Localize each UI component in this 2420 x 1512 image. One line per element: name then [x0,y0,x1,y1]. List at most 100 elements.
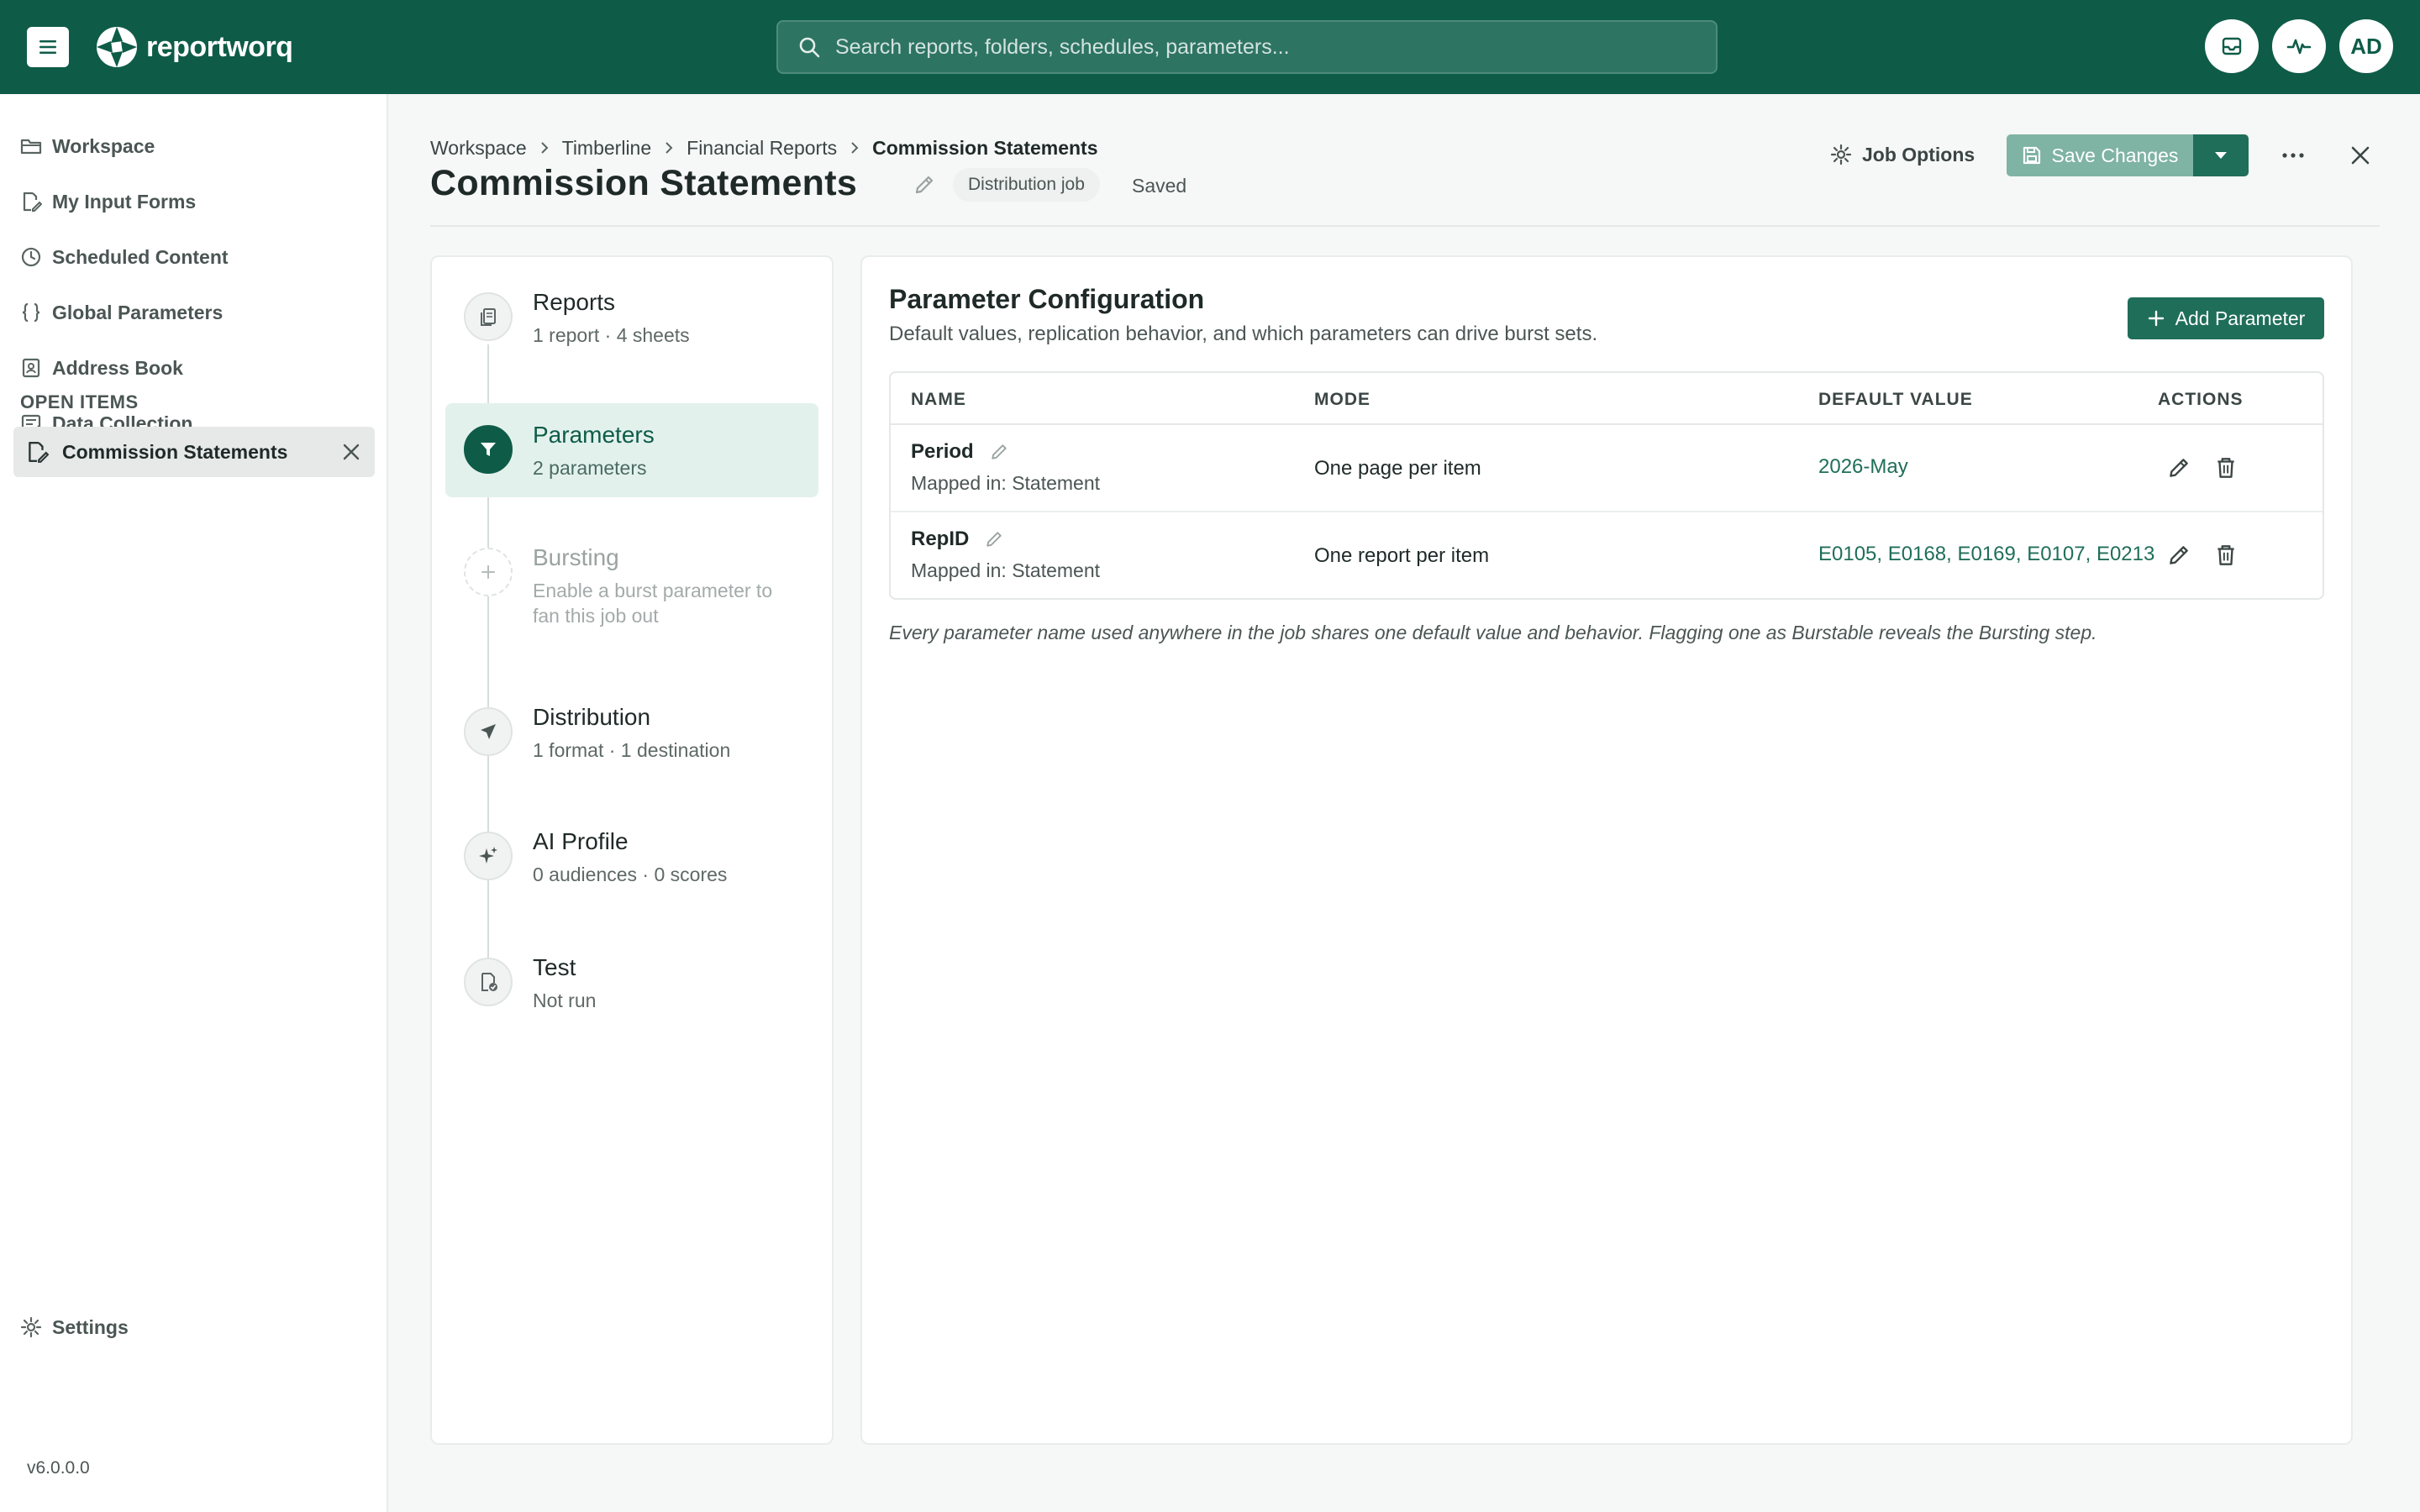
rename-parameter-button[interactable] [984,529,1004,549]
step-icon-circle [464,548,513,596]
parameter-mapped-in: Mapped in: Statement [911,559,1101,581]
save-status: Saved [1132,175,1187,197]
parameter-name-cell: RepID [911,528,1004,551]
app-logo[interactable]: reportworq [94,24,293,71]
search-input[interactable] [835,34,1676,60]
step-subtitle: 1 format · 1 destination [533,739,731,761]
parameter-default-value[interactable]: E0105, E0168, E0169, E0107, E0213 [1818,543,2154,566]
ellipsis-icon [2282,153,2304,158]
form-edit-icon [23,192,42,212]
edit-title-button[interactable] [913,173,936,197]
parameter-name: RepID [911,528,970,550]
step-distribution[interactable]: Distribution 1 format · 1 destination [445,685,818,780]
header-divider [430,225,2380,227]
breadcrumb-item[interactable]: Timberline [562,137,652,160]
add-parameter-label: Add Parameter [2175,307,2306,329]
pencil-icon [2170,459,2188,477]
inbox-button[interactable] [2205,19,2259,73]
parameters-footnote: Every parameter name used anywhere in th… [889,622,2097,643]
delete-parameter-button[interactable] [2213,455,2238,480]
save-changes-button[interactable]: Save Changes [2007,134,2193,176]
more-options-button[interactable] [2279,141,2307,170]
sidebar-item-scheduled-content[interactable]: Scheduled Content [20,240,229,274]
activity-button[interactable] [2272,19,2326,73]
save-label: Save Changes [2051,144,2179,166]
sidebar-item-settings[interactable]: Settings [20,1310,129,1344]
step-parameters[interactable]: Parameters 2 parameters [445,403,818,497]
column-header-default-value: DEFAULT VALUE [1818,390,1973,409]
hamburger-menu-button[interactable] [27,27,69,67]
step-subtitle: 1 report · 4 sheets [533,324,690,346]
table-header: NAME MODE DEFAULT VALUE ACTIONS [891,373,2323,425]
breadcrumb-item[interactable]: Financial Reports [687,137,837,160]
chevron-right-icon [851,142,859,154]
job-type-chip: Distribution job [953,168,1100,202]
step-icon-circle [464,832,513,880]
parameter-mode: One page per item [1314,457,1481,480]
avatar-initials: AD [2350,33,2382,59]
parameter-name-cell: Period [911,440,1009,464]
parameter-mapped-in: Mapped in: Statement [911,472,1101,494]
column-header-name: NAME [911,390,966,409]
filter-icon [481,443,496,456]
step-title: Reports [533,289,616,315]
trash-icon [2217,545,2234,565]
pencil-icon [992,444,1007,459]
rename-parameter-button[interactable] [989,442,1009,462]
step-subtitle: Enable a burst parameter to fan this job… [533,580,773,627]
step-title: Parameters [533,422,655,448]
sidebar-item-workspace[interactable]: Workspace [20,129,155,163]
gear-icon [1830,144,1852,165]
search-icon [799,37,820,58]
parameters-table: NAME MODE DEFAULT VALUE ACTIONS Period M… [889,371,2324,600]
close-icon [2351,146,2370,165]
step-icon-circle [464,958,513,1006]
pencil-icon [915,176,934,194]
delete-parameter-button[interactable] [2213,543,2238,568]
column-header-mode: MODE [1314,390,1370,409]
activity-pulse-icon [2286,39,2312,55]
open-items-heading: OPEN ITEMS [20,391,139,412]
braces-icon [22,302,40,323]
inbox-icon [2222,37,2242,55]
step-icon-circle [464,292,513,341]
sidebar-item-label: Workspace [52,134,155,157]
step-title: Distribution [533,704,651,730]
step-title: AI Profile [533,828,629,854]
close-open-item-button[interactable] [341,442,361,462]
pencil-icon [2170,546,2188,564]
close-editor-button[interactable] [2348,143,2373,168]
hamburger-icon [39,40,56,54]
edit-parameter-button[interactable] [2166,543,2191,568]
send-icon [481,724,496,739]
sparkles-icon [479,847,497,864]
plus-icon [2148,310,2164,327]
save-options-dropdown[interactable] [2193,134,2249,176]
panel-title: Parameter Configuration [889,284,1205,314]
chevron-right-icon [540,142,549,154]
user-avatar-button[interactable]: AD [2339,19,2393,73]
job-options-button[interactable]: Job Options [1830,139,1975,170]
panel-subtitle: Default values, replication behavior, an… [889,323,1598,345]
sidebar-item-my-input-forms[interactable]: My Input Forms [20,185,196,218]
chevron-right-icon [666,142,673,154]
add-parameter-button[interactable]: Add Parameter [2128,297,2324,339]
trash-icon [2217,458,2234,478]
sidebar-item-global-parameters[interactable]: Global Parameters [20,296,223,329]
plus-icon [481,565,495,579]
global-search[interactable] [776,20,1718,74]
logo-text: reportworq [146,30,293,63]
sidebar-item-address-book[interactable]: Address Book [20,351,183,385]
step-reports[interactable]: Reports 1 report · 4 sheets [445,270,818,365]
close-icon [343,444,360,460]
step-test[interactable]: Test Not run [445,936,818,1030]
parameter-default-value[interactable]: 2026-May [1818,455,1908,479]
breadcrumb-item[interactable]: Workspace [430,137,527,160]
caret-down-icon [2215,152,2227,159]
step-ai-profile[interactable]: AI Profile 0 audiences · 0 scores [445,810,818,904]
pencil-icon [986,532,1002,547]
open-item-commission-statements[interactable]: Commission Statements [13,427,375,477]
form-edit-icon [29,442,49,463]
edit-parameter-button[interactable] [2166,455,2191,480]
settings-label: Settings [52,1315,129,1338]
